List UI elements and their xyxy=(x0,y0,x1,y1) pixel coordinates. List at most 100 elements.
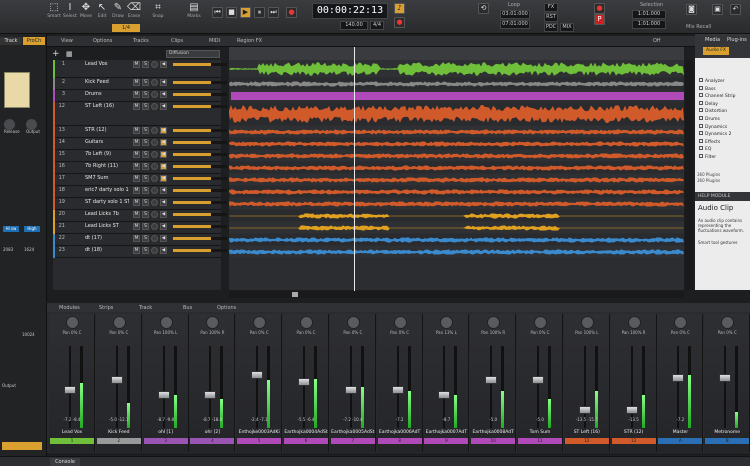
mute-button[interactable]: M xyxy=(133,91,140,98)
tab-prochannel[interactable]: ProCh xyxy=(23,37,45,45)
input-echo-button[interactable]: ◀ xyxy=(160,151,167,158)
pan-knob[interactable] xyxy=(534,316,547,329)
volume-slider[interactable] xyxy=(173,177,227,180)
marks-button[interactable]: ▤ Marks xyxy=(186,2,202,26)
menu-modules[interactable]: Modules xyxy=(59,305,80,311)
snap-value[interactable]: 1/4 xyxy=(112,24,140,32)
rst-button[interactable]: RST xyxy=(544,13,558,22)
pan-knob[interactable] xyxy=(300,316,313,329)
plugin-category[interactable]: Dynamics xyxy=(699,123,727,130)
track-name[interactable]: SM7 Sum xyxy=(85,175,129,182)
volume-slider[interactable] xyxy=(173,237,227,240)
pan-knob[interactable] xyxy=(627,316,641,329)
meter-display[interactable]: 4/4 xyxy=(370,21,384,30)
volume-fader[interactable] xyxy=(719,374,732,382)
strip-name[interactable]: Earthojka0004AdSt xyxy=(284,428,328,437)
volume-fader[interactable] xyxy=(532,376,544,384)
plugin-category[interactable]: Delay xyxy=(699,100,718,107)
pan-knob[interactable] xyxy=(66,316,79,329)
mute-button[interactable]: M xyxy=(133,211,140,218)
plugin-category[interactable]: EQ xyxy=(699,146,711,152)
solo-button[interactable]: S xyxy=(142,235,149,242)
vertical-scrollbar[interactable] xyxy=(685,60,693,290)
record-arm-button[interactable] xyxy=(151,223,158,230)
now-time-cursor[interactable] xyxy=(354,47,355,292)
timeline-ruler[interactable] xyxy=(229,47,684,60)
undo-icon[interactable]: ↶ xyxy=(730,4,741,15)
strip-name[interactable]: Earthojka0006AdT xyxy=(378,428,422,437)
metronome-button[interactable]: ♪ xyxy=(394,3,405,14)
pause-button[interactable]: ⏸ xyxy=(254,7,265,18)
edit-tool[interactable]: ↖ Edit xyxy=(94,2,110,26)
input-echo-button[interactable]: ◀ xyxy=(160,223,167,230)
track-name[interactable]: Guitars xyxy=(85,139,129,146)
menu-bus[interactable]: Bus xyxy=(183,305,192,311)
track-row[interactable]: 23dt (18)MS◀-17.1 xyxy=(53,246,242,258)
solo-button[interactable]: S xyxy=(142,91,149,98)
record-arm-button[interactable] xyxy=(151,235,158,242)
plugin-category[interactable]: Channel Strip xyxy=(699,93,735,99)
draw-tool[interactable]: ✎ Draw xyxy=(110,2,126,26)
volume-fader[interactable] xyxy=(485,376,498,384)
count-in-button[interactable]: ● xyxy=(394,17,405,28)
menu-off[interactable]: Off xyxy=(653,38,660,44)
rewind-button[interactable]: ⏮ xyxy=(212,7,223,18)
snap-button[interactable]: ⌗ Snap xyxy=(150,2,166,26)
loop-icon[interactable]: ⟲ xyxy=(478,3,489,14)
track-name[interactable]: Kick Feed xyxy=(85,79,129,86)
input-echo-button[interactable]: ◀ xyxy=(160,187,167,194)
mute-button[interactable]: M xyxy=(133,103,140,110)
pan-knob[interactable] xyxy=(346,316,360,329)
volume-slider[interactable] xyxy=(173,105,227,108)
audio-fx-button[interactable]: Audio FX xyxy=(703,47,729,55)
input-echo-button[interactable]: ◀ xyxy=(160,235,167,242)
track-name[interactable]: eric7 darty solo 1 xyxy=(85,187,129,194)
selection-start[interactable]: 1:01:000 xyxy=(632,10,666,19)
record-arm-button[interactable] xyxy=(151,127,158,134)
record-arm-button[interactable] xyxy=(151,61,158,68)
input-echo-button[interactable]: ◀ xyxy=(160,199,167,206)
record-mode-icon[interactable]: ● xyxy=(594,3,605,14)
record-arm-button[interactable] xyxy=(151,199,158,206)
record-arm-button[interactable] xyxy=(151,103,158,110)
volume-slider[interactable] xyxy=(173,141,227,144)
track-row[interactable]: 12ST Left (16)MS◀-12.0 xyxy=(53,102,242,126)
menu-region-fx[interactable]: Region FX xyxy=(237,38,262,44)
menu-view[interactable]: View xyxy=(61,38,73,44)
strip-name[interactable]: Earthojka0008AdT xyxy=(471,428,515,437)
track-name[interactable]: ST darty solo 1 ST xyxy=(85,199,129,206)
record-arm-button[interactable] xyxy=(151,139,158,146)
tab-console[interactable]: Console xyxy=(50,458,80,466)
record-arm-button[interactable] xyxy=(151,163,158,170)
strip-name[interactable]: ohl [1] xyxy=(144,428,188,437)
input-echo-button[interactable]: ◀ xyxy=(160,175,167,182)
track-row[interactable]: 20Lead Licks 7bMS◀-15.4 xyxy=(53,210,242,222)
volume-fader[interactable] xyxy=(157,391,170,399)
volume-fader[interactable] xyxy=(672,374,685,382)
audio-clip[interactable] xyxy=(231,92,684,100)
volume-fader[interactable] xyxy=(391,386,404,394)
volume-fader[interactable] xyxy=(64,386,76,394)
solo-button[interactable]: S xyxy=(142,163,149,170)
mute-button[interactable]: M xyxy=(133,163,140,170)
solo-button[interactable]: S xyxy=(142,187,149,194)
track-row[interactable]: 1Lead VoxMS◀-3.2 xyxy=(53,60,239,78)
plugin-category[interactable]: Effects xyxy=(699,138,720,145)
solo-button[interactable]: S xyxy=(142,247,149,254)
track-name[interactable]: dt (17) xyxy=(85,235,129,242)
output-knob[interactable] xyxy=(26,119,37,130)
strip-name[interactable]: ST Left (16) xyxy=(565,428,609,437)
erase-tool[interactable]: ⌫ Erase xyxy=(126,2,142,26)
mute-button[interactable]: M xyxy=(133,199,140,206)
mute-button[interactable]: M xyxy=(133,139,140,146)
input-echo-button[interactable]: ◀ xyxy=(160,139,167,146)
pan-knob[interactable] xyxy=(674,316,688,329)
selection-end[interactable]: 1:01:000 xyxy=(632,20,666,29)
play-button[interactable]: ▶ xyxy=(240,7,251,18)
forward-button[interactable]: ⏭ xyxy=(268,7,279,18)
pan-knob[interactable] xyxy=(393,316,407,329)
camera-icon[interactable]: ◙ xyxy=(686,4,697,15)
volume-slider[interactable] xyxy=(173,201,227,204)
volume-fader[interactable] xyxy=(438,391,451,399)
track-name[interactable]: Lead Licks ST xyxy=(85,223,129,230)
